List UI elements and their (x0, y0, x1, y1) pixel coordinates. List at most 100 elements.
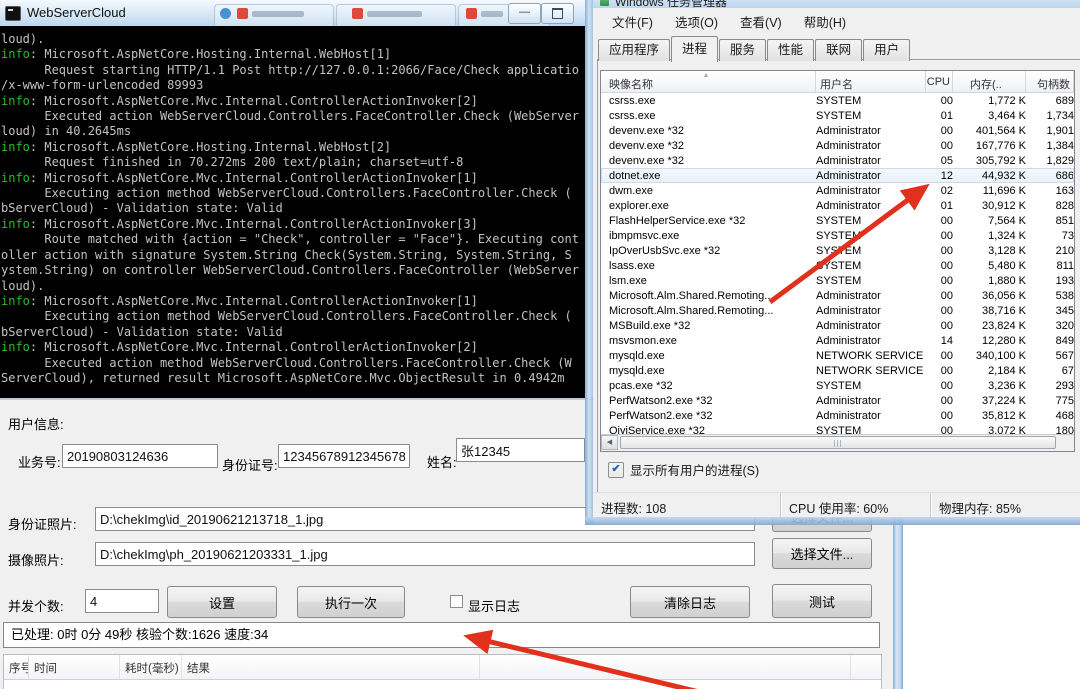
taskmgr-icon (600, 0, 609, 6)
menu-item[interactable]: 文件(F) (601, 9, 664, 34)
col-elapsed[interactable]: 耗时(毫秒) (120, 655, 182, 679)
process-row[interactable]: PerfWatson2.exe *32 Administrator 00 35,812… (601, 408, 1074, 423)
console-line: info: Microsoft.AspNetCore.Mvc.Internal.… (1, 216, 478, 231)
menu-item[interactable]: 帮助(H) (793, 9, 857, 34)
console-line: Executed action method WebServerCloud.Co… (1, 355, 572, 370)
progress-status-box: 已处理: 0时 0分 49秒 核验个数:1626 速度:34 (3, 622, 880, 648)
process-row[interactable]: msvsmon.exe Administrator 14 12,280 K 849 (601, 333, 1074, 348)
taskmgr-statusbar: 进程数: 108 CPU 使用率: 60% 物理内存: 85% (593, 492, 1080, 518)
process-row[interactable]: ibmpmsvc.exe SYSTEM 00 1,324 K 73 (601, 228, 1074, 243)
console-maximize-button[interactable] (541, 3, 574, 24)
taskmgr-menubar: 文件(F) 选项(O) 查看(V) 帮助(H) (601, 10, 857, 32)
background-tab-favicon (237, 8, 248, 19)
header-memory[interactable]: 内存(.. (953, 71, 1026, 92)
process-row[interactable]: devenv.exe *32 Administrator 00 167,776 K 1,… (601, 138, 1074, 153)
name-input[interactable] (456, 438, 585, 462)
tab[interactable]: 联网 (815, 39, 863, 61)
tab[interactable]: 用户 (863, 39, 911, 61)
process-row[interactable]: explorer.exe Administrator 01 30,912 K 828 (601, 198, 1074, 213)
status-process-count: 进程数: 108 (593, 493, 781, 518)
choose-cam-photo-button[interactable]: 选择文件... (772, 538, 872, 569)
console-line: loud) in 40.2645ms (1, 124, 132, 139)
process-row[interactable]: csrss.exe SYSTEM 01 3,464 K 1,734 (601, 108, 1074, 123)
id-number-input[interactable] (278, 444, 410, 468)
menu-item[interactable]: 查看(V) (729, 9, 793, 34)
show-all-users-label: 显示所有用户的进程(S) (630, 464, 760, 478)
background-tab-favicon (466, 8, 477, 19)
taskmgr-left-border (585, 0, 593, 525)
cam-photo-label: 摄像照片: (8, 553, 64, 568)
console-line: loud). (1, 278, 45, 293)
console-titlebar[interactable]: WebServerCloud — (0, 0, 585, 27)
header-handles[interactable]: 句柄数 (1026, 71, 1074, 92)
process-row[interactable]: mysqld.exe NETWORK SERVICE 00 2,184 K 67 (601, 363, 1074, 378)
id-number-label: 身份证号: (222, 458, 278, 473)
scrollbar-grip-icon (834, 440, 843, 447)
process-row[interactable]: csrss.exe SYSTEM 00 1,772 K 689 (601, 93, 1074, 108)
show-log-checkbox[interactable] (450, 595, 463, 608)
console-line: Request finished in 70.272ms 200 text/pl… (1, 155, 464, 170)
console-line: Executing action method WebServerCloud.C… (1, 309, 572, 324)
process-row[interactable]: Microsoft.Alm.Shared.Remoting... Administ… (601, 288, 1074, 303)
process-list: 映像名称 ▴ 用户名 CPU 内存(.. 句柄数 csrss.exe SYSTEM… (600, 70, 1075, 452)
process-row[interactable]: PerfWatson2.exe *32 Administrator 00 37,224… (601, 393, 1074, 408)
menu-item[interactable]: 选项(O) (664, 9, 729, 34)
background-tab-title (481, 11, 503, 17)
tab[interactable]: 应用程序 (598, 39, 671, 61)
concurrency-input[interactable] (85, 589, 159, 613)
taskmgr-title: Windows 任务管理器 (615, 0, 728, 8)
console-line: oller action with signature System.Strin… (1, 247, 572, 262)
process-row[interactable]: devenv.exe *32 Administrator 00 401,564 K 1,… (601, 123, 1074, 138)
process-row[interactable]: IpOverUsbSvc.exe *32 SYSTEM 00 3,128 K 210 (601, 243, 1074, 258)
clear-log-button[interactable]: 清除日志 (630, 586, 750, 618)
process-row[interactable]: FlashHelperService.exe *32 SYSTEM 00 7,564 … (601, 213, 1074, 228)
console-line: Route matched with {action = "Check", co… (1, 232, 579, 247)
process-row[interactable]: mysqld.exe NETWORK SERVICE 00 340,100 K 567 (601, 348, 1074, 363)
console-minimize-button[interactable]: — (508, 3, 541, 24)
process-row[interactable]: dotnet.exe Administrator 12 44,932 K 686 (601, 168, 1074, 183)
process-row[interactable]: pcas.exe *32 SYSTEM 00 3,236 K 293 (601, 378, 1074, 393)
col-time[interactable]: 时间 (29, 655, 120, 679)
col-seq[interactable]: 序号 (4, 655, 29, 679)
process-list-header: 映像名称 ▴ 用户名 CPU 内存(.. 句柄数 (601, 71, 1074, 93)
process-row[interactable]: dwm.exe Administrator 02 11,696 K 163 (601, 183, 1074, 198)
console-title: WebServerCloud (27, 5, 126, 20)
test-button[interactable]: 测试 (772, 584, 872, 618)
process-row[interactable]: MSBuild.exe *32 Administrator 00 23,824 K 32… (601, 318, 1074, 333)
tab[interactable]: 性能 (767, 39, 815, 61)
process-row[interactable]: lsm.exe SYSTEM 00 1,880 K 193 (601, 273, 1074, 288)
scroll-left-button[interactable]: ◀ (601, 435, 618, 450)
process-row[interactable]: lsass.exe SYSTEM 00 5,480 K 811 (601, 258, 1074, 273)
console-line: Request starting HTTP/1.1 Post http://12… (1, 62, 579, 77)
console-output[interactable]: loud). info: Microsoft.AspNetCore.Hostin… (0, 26, 585, 400)
background-tab-title (252, 11, 304, 17)
process-row[interactable]: Microsoft.Alm.Shared.Remoting... Administ… (601, 303, 1074, 318)
header-image-name[interactable]: 映像名称 (601, 71, 816, 92)
show-all-users-row: ✔ 显示所有用户的进程(S) (608, 460, 759, 479)
col-result[interactable]: 结果 (182, 655, 480, 679)
console-line: info: Microsoft.AspNetCore.Hosting.Inter… (1, 139, 392, 154)
col-filler-end (851, 655, 881, 679)
header-user-name[interactable]: 用户名 (816, 71, 926, 92)
tab[interactable]: 服务 (719, 39, 767, 61)
background-tab-favicon (220, 8, 231, 19)
biz-number-input[interactable] (62, 444, 218, 468)
background-tab-favicon (352, 8, 363, 19)
console-line: info: Microsoft.AspNetCore.Mvc.Internal.… (1, 170, 478, 185)
concurrency-label: 并发个数: (8, 599, 64, 614)
console-line: bServerCloud) - Validation state: Valid (1, 324, 283, 339)
settings-button[interactable]: 设置 (167, 586, 277, 618)
process-row[interactable]: devenv.exe *32 Administrator 05 305,792 K 1,… (601, 153, 1074, 168)
console-line: ystem.String) on controller WebServerClo… (1, 263, 579, 278)
horizontal-scrollbar[interactable]: ◀ (601, 434, 1074, 451)
show-all-users-checkbox[interactable]: ✔ (608, 461, 624, 478)
tab[interactable]: 进程 (671, 36, 719, 62)
maximize-icon (552, 8, 563, 19)
run-once-button[interactable]: 执行一次 (297, 586, 405, 618)
taskmgr-bottom-border (585, 517, 1080, 525)
scrollbar-thumb[interactable] (620, 436, 1056, 449)
taskmgr-titlebar[interactable]: Windows 任务管理器 (593, 0, 1080, 8)
process-rows: csrss.exe SYSTEM 00 1,772 K 689 csrss.exe SYS… (601, 93, 1074, 438)
header-cpu[interactable]: CPU (926, 71, 953, 92)
cam-photo-path-input[interactable] (95, 542, 755, 566)
